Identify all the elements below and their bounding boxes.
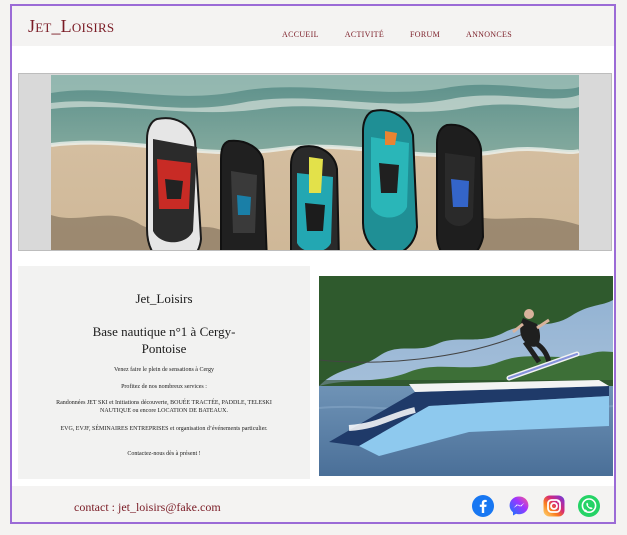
nav-accueil[interactable]: accueil bbox=[282, 26, 319, 41]
contact-email[interactable]: contact : jet_loisirs@fake.com bbox=[74, 500, 221, 515]
header: Jet_Loisirs accueil activité forum annon… bbox=[12, 6, 614, 46]
page-frame: Jet_Loisirs accueil activité forum annon… bbox=[10, 4, 616, 524]
nav-forum[interactable]: forum bbox=[410, 26, 440, 41]
jetski-5 bbox=[436, 123, 485, 250]
site-logo[interactable]: Jet_Loisirs bbox=[28, 16, 114, 37]
jetski-1 bbox=[146, 117, 203, 250]
instagram-icon[interactable] bbox=[542, 494, 566, 518]
wakeboard-illustration bbox=[319, 276, 613, 476]
info-title: Jet_Loisirs bbox=[135, 291, 193, 306]
jetski-3 bbox=[290, 145, 340, 250]
jetski-2 bbox=[220, 139, 268, 250]
info-paragraph-1: Venez faire le plein de sensations à Cer… bbox=[113, 367, 215, 373]
whatsapp-icon[interactable] bbox=[577, 494, 601, 518]
facebook-icon[interactable] bbox=[471, 494, 495, 518]
info-paragraph-5: Contactez-nous dès à présent ! bbox=[127, 451, 201, 457]
main-nav: accueil activité forum annonces bbox=[282, 26, 512, 41]
info-paragraph-4: EVG, EVJF, SÉMINAIRES ENTREPRISES et org… bbox=[60, 426, 268, 432]
jetski-4 bbox=[362, 109, 419, 250]
hero-image-jet-skis bbox=[51, 75, 579, 250]
wakeboard-photo bbox=[319, 276, 613, 476]
hero-banner bbox=[18, 73, 612, 251]
nav-annonces[interactable]: annonces bbox=[466, 26, 512, 41]
info-subtitle: Base nautique n°1 à Cergy-Pontoise bbox=[92, 324, 236, 356]
messenger-icon[interactable] bbox=[507, 494, 531, 518]
hero-jet-skis-illustration bbox=[51, 75, 579, 250]
info-panel: Jet_Loisirs Base nautique n°1 à Cergy-Po… bbox=[18, 266, 310, 479]
info-paragraph-2: Profitez de nos nombreux services : bbox=[121, 384, 207, 390]
footer: contact : jet_loisirs@fake.com bbox=[12, 486, 614, 522]
info-paragraph-3: Randonnées JET SKI et Initiations découv… bbox=[56, 400, 272, 414]
nav-activite[interactable]: activité bbox=[345, 26, 384, 41]
